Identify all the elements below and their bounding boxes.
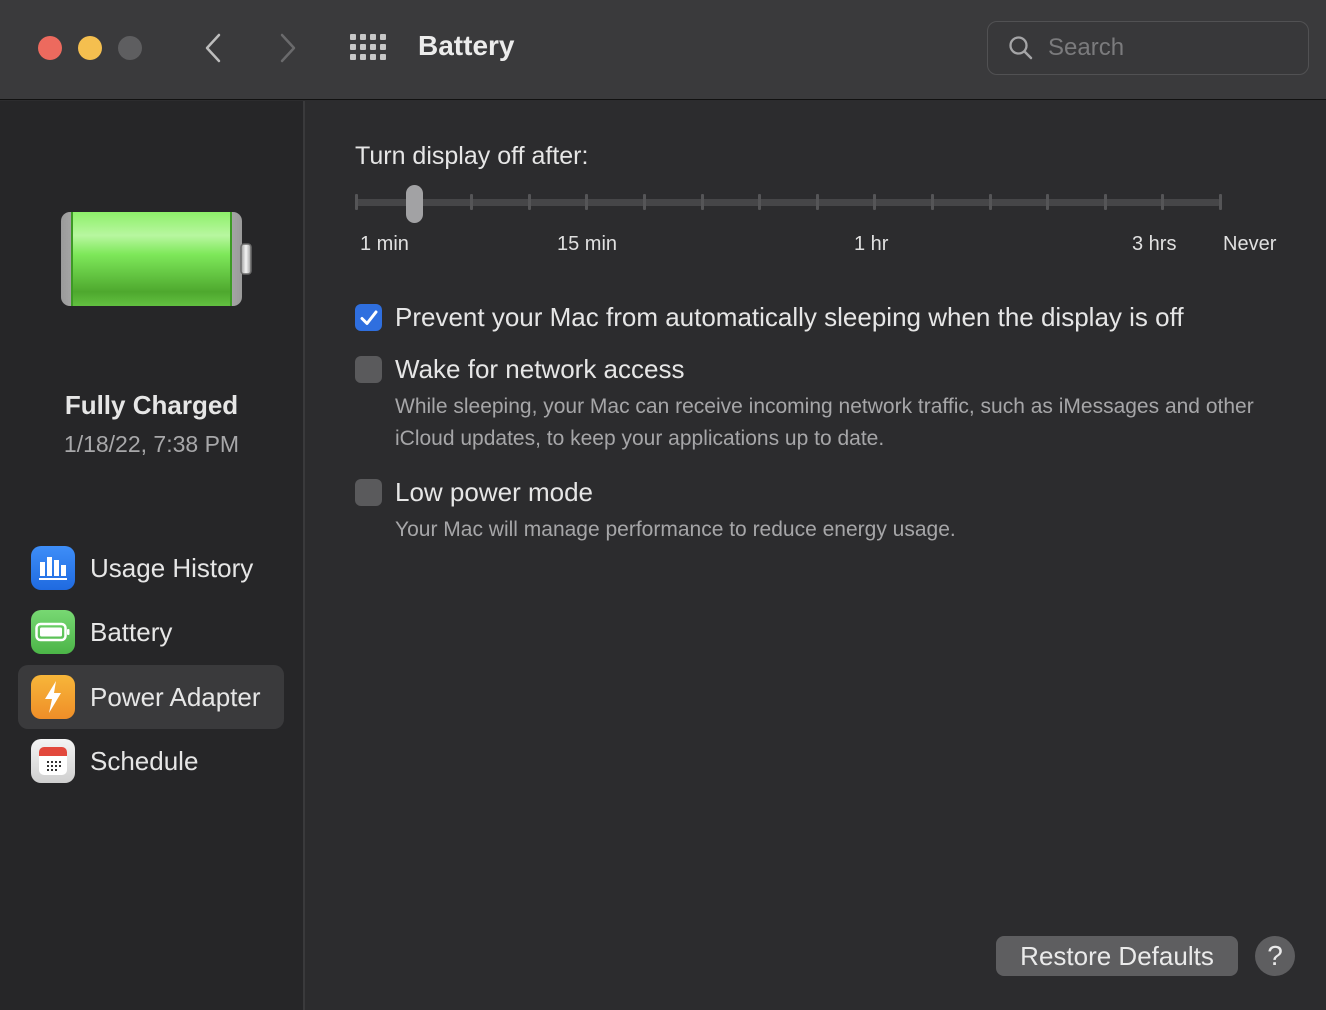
sidebar-item-label: Schedule [90,745,199,776]
search-input[interactable] [1048,34,1288,62]
title-bar: Battery [0,0,1326,100]
slider-tick [931,194,934,210]
low-power-checkbox-row[interactable]: Low power mode [355,477,593,508]
display-off-label: Turn display off after: [355,142,589,170]
window-title: Battery [418,30,515,61]
sidebar-item-schedule[interactable]: Schedule [18,729,284,793]
minimize-window-button[interactable] [78,36,102,60]
slider-tick [758,194,762,210]
slider-tick [527,194,531,210]
calendar-icon [31,739,75,783]
prevent-sleep-label: Prevent your Mac from automatically slee… [395,302,1184,332]
slider-tick [470,194,474,210]
low-power-label: Low power mode [395,477,593,507]
slider-tick [1161,194,1165,210]
battery-status-title: Fully Charged [64,390,239,420]
checkmark-icon [360,310,377,325]
battery-large-icon [61,212,252,306]
sidebar-item-label: Power Adapter [90,681,261,712]
back-button[interactable] [198,28,228,68]
slider-tick [585,194,589,210]
wake-network-checkbox-row[interactable]: Wake for network access [355,354,684,385]
battery-status-date: 1/18/22, 7:38 PM [63,431,240,457]
search-field[interactable] [987,21,1309,75]
sidebar-item-label: Battery [90,616,173,647]
slider-track [355,199,1221,206]
tick-label-never: Never [1223,233,1277,255]
slider-tick [1219,194,1222,210]
low-power-description: Your Mac will manage performance to redu… [395,518,956,541]
wake-network-description: While sleeping, your Mac can receive inc… [395,395,1254,450]
sidebar-item-battery[interactable]: Battery [18,600,284,664]
tick-label-1-hr: 1 hr [854,233,889,255]
slider-thumb[interactable] [405,185,423,223]
display-off-slider[interactable] [355,185,1222,223]
bar-chart-icon [31,546,75,590]
low-power-checkbox[interactable] [355,479,382,506]
slider-tick [643,194,646,210]
forward-button[interactable] [273,28,303,68]
show-all-grid-button[interactable] [350,34,388,62]
chevron-left-icon [205,33,221,63]
tick-label-1-min: 1 min [360,233,409,255]
prevent-sleep-checkbox-row[interactable]: Prevent your Mac from automatically slee… [355,302,1184,333]
slider-tick [1103,194,1107,210]
sidebar-item-power-adapter[interactable]: Power Adapter [18,665,284,729]
help-button[interactable]: ? [1255,936,1295,976]
search-icon [1009,36,1033,60]
battery-icon [31,610,75,654]
question-mark-icon: ? [1267,940,1283,971]
chevron-right-icon [280,33,296,63]
zoom-window-button[interactable] [118,36,142,60]
slider-tick [700,194,704,210]
prevent-sleep-checkbox[interactable] [355,304,382,331]
sidebar-item-usage-history[interactable]: Usage History [18,536,284,600]
slider-tick [815,194,819,210]
slider-tick [355,194,358,210]
sidebar-item-label: Usage History [90,552,254,583]
slider-tick [988,194,992,210]
slider-tick [1046,194,1050,210]
lightning-bolt-icon [31,675,75,719]
slider-tick [873,194,877,210]
restore-defaults-button[interactable]: Restore Defaults [996,936,1238,976]
close-window-button[interactable] [38,36,62,60]
tick-label-3-hrs: 3 hrs [1132,233,1177,255]
grid-icon [350,34,356,40]
wake-network-checkbox[interactable] [355,356,382,383]
wake-network-label: Wake for network access [395,354,685,384]
tick-label-15-min: 15 min [557,233,618,255]
